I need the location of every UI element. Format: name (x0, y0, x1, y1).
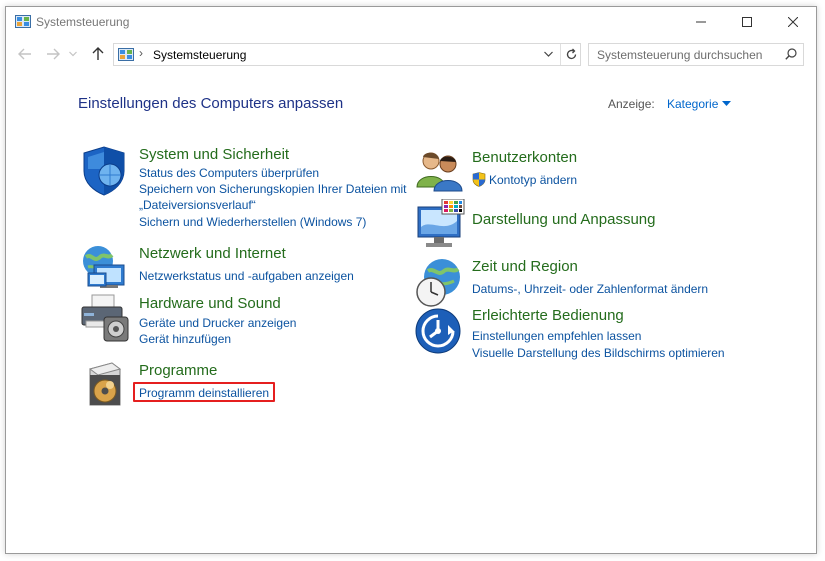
breadcrumb-control-panel[interactable]: Systemsteuerung (153, 48, 246, 62)
users-icon[interactable] (414, 147, 466, 199)
search-input[interactable]: Systemsteuerung durchsuchen (597, 48, 762, 62)
clock-globe-icon[interactable] (414, 257, 466, 309)
shield-icon[interactable] (78, 145, 130, 197)
view-by-dropdown[interactable]: Kategorie (667, 97, 718, 111)
view-by-label: Anzeige: (608, 97, 655, 111)
caret-down-icon[interactable] (722, 101, 731, 107)
chevron-down-icon (543, 51, 553, 57)
backup-restore-link[interactable]: Sichern und Wiederherstellen (Windows 7) (139, 215, 366, 229)
network-globe-icon[interactable] (78, 243, 130, 295)
up-button[interactable] (89, 45, 107, 63)
uninstall-highlight-box (133, 382, 275, 402)
date-time-format-link[interactable]: Datums-, Uhrzeit- oder Zahlenformat ände… (472, 282, 708, 296)
address-bar[interactable]: › Systemsteuerung (113, 43, 581, 66)
ease-of-access-title[interactable]: Erleichterte Bedienung (472, 307, 624, 324)
navigation-bar: › Systemsteuerung Systemsteuerung durchs… (6, 41, 816, 67)
control-panel-icon (118, 48, 134, 61)
user-accounts-title[interactable]: Benutzerkonten (472, 149, 577, 166)
control-panel-icon (15, 15, 31, 28)
chevron-right-icon[interactable]: › (139, 46, 143, 60)
forward-arrow-icon (47, 48, 60, 60)
devices-printers-link[interactable]: Geräte und Drucker anzeigen (139, 316, 296, 330)
search-icon[interactable] (785, 48, 797, 60)
change-account-type-link[interactable]: Kontotyp ändern (489, 173, 577, 187)
forward-button[interactable] (44, 45, 62, 63)
up-arrow-icon (92, 47, 104, 60)
programs-title[interactable]: Programme (139, 362, 217, 379)
hardware-sound-title[interactable]: Hardware und Sound (139, 295, 281, 312)
control-panel-window: Systemsteuerung › Systemsteuerung System… (5, 6, 817, 554)
printer-icon[interactable] (78, 293, 130, 345)
maximize-icon (742, 17, 752, 27)
monitor-palette-icon[interactable] (414, 199, 466, 251)
network-internet-title[interactable]: Netzwerk und Internet (139, 245, 286, 262)
network-status-link[interactable]: Netzwerkstatus und -aufgaben anzeigen (139, 269, 354, 283)
file-history-backup-link-cont[interactable]: „Dateiversionsverlauf“ (139, 198, 256, 212)
refresh-icon (566, 48, 576, 60)
appearance-title[interactable]: Darstellung und Anpassung (472, 211, 655, 228)
title-bar: Systemsteuerung (6, 7, 816, 37)
optimize-display-link[interactable]: Visuelle Darstellung des Bildschirms opt… (472, 346, 725, 360)
time-region-title[interactable]: Zeit und Region (472, 258, 578, 275)
back-arrow-icon (18, 48, 31, 60)
window-title: Systemsteuerung (36, 15, 130, 29)
address-dropdown-button[interactable] (540, 46, 556, 62)
recent-locations-button[interactable] (68, 45, 78, 63)
recommend-settings-link[interactable]: Einstellungen empfehlen lassen (472, 329, 641, 343)
file-history-backup-link[interactable]: Speichern von Sicherungskopien Ihrer Dat… (139, 182, 406, 196)
check-computer-status-link[interactable]: Status des Computers überprüfen (139, 166, 319, 180)
programs-disc-icon[interactable] (78, 359, 130, 411)
ease-of-access-icon[interactable] (414, 307, 466, 359)
chevron-down-icon (69, 51, 77, 57)
close-button[interactable] (770, 7, 816, 37)
refresh-button[interactable] (560, 44, 581, 65)
add-device-link[interactable]: Gerät hinzufügen (139, 332, 231, 346)
maximize-button[interactable] (724, 7, 770, 37)
search-box[interactable]: Systemsteuerung durchsuchen (588, 43, 804, 66)
minimize-button[interactable] (678, 7, 724, 37)
back-button[interactable] (16, 45, 34, 63)
system-security-title[interactable]: System und Sicherheit (139, 146, 289, 163)
minimize-icon (696, 21, 706, 23)
page-title: Einstellungen des Computers anpassen (78, 95, 344, 112)
uac-shield-icon (472, 172, 486, 187)
close-icon (788, 17, 798, 27)
